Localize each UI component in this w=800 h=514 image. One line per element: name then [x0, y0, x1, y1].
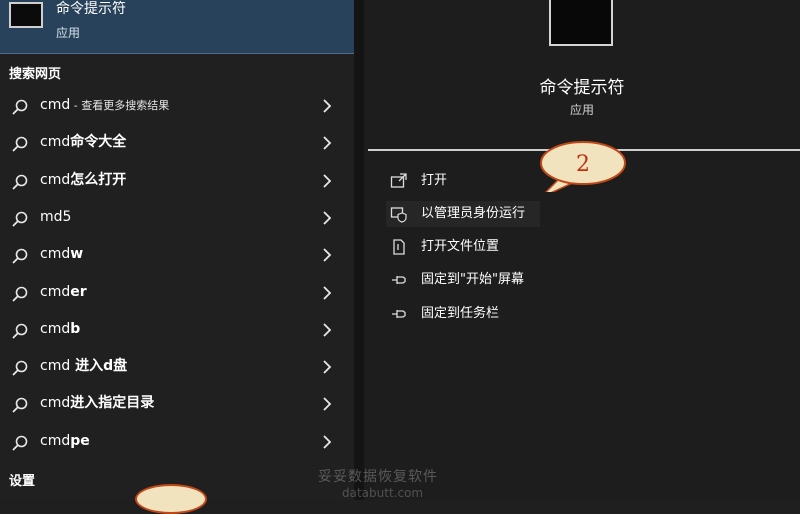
- action-open-file-location-label: 打开文件位置: [421, 239, 500, 254]
- command-prompt-app-icon: [9, 2, 43, 28]
- search-icon: [12, 248, 28, 264]
- search-icon: [12, 174, 28, 190]
- pin-icon: [392, 276, 406, 284]
- search-icon: [12, 286, 28, 302]
- app-detail-pane: 命令提示符 应用 打开 以管理员身份运行 打开文件位置 固定到"开始"屏幕 固定…: [364, 0, 800, 500]
- step-callout-number: 2: [576, 152, 590, 177]
- chevron-right-icon[interactable]: [320, 98, 334, 114]
- chevron-right-icon[interactable]: [320, 396, 334, 412]
- detail-app-subtitle: 应用: [569, 103, 594, 117]
- action-open-file-location[interactable]: 打开文件位置: [390, 234, 690, 260]
- query-prefix: cmd: [40, 432, 71, 449]
- watermark-url: databutt.com: [342, 486, 424, 500]
- query-suffix: er: [70, 283, 87, 300]
- query-suffix: - 查看更多搜索结果: [70, 99, 170, 112]
- query-suffix: 命令大全: [70, 134, 127, 151]
- query-prefix: cmd: [40, 320, 71, 337]
- web-search-result[interactable]: cmdpe: [0, 423, 354, 460]
- admin-shield-icon: [390, 207, 407, 223]
- chevron-right-icon[interactable]: [320, 135, 334, 151]
- action-pin-to-start[interactable]: 固定到"开始"屏幕: [390, 267, 690, 293]
- search-icon: [12, 136, 28, 152]
- chevron-right-icon[interactable]: [320, 285, 334, 301]
- query-prefix: cmd: [40, 246, 71, 263]
- web-search-result-label: cmd - 查看更多搜索结果: [40, 96, 169, 115]
- chevron-right-icon[interactable]: [320, 173, 334, 189]
- search-icon: [12, 211, 28, 227]
- web-search-result[interactable]: cmd命令大全: [0, 124, 354, 161]
- web-search-result-label: md5: [40, 208, 71, 226]
- query-suffix: 进入d盘: [70, 358, 128, 375]
- web-search-result[interactable]: cmd 进入d盘: [0, 348, 354, 385]
- watermark-text: 妥妥数据恢复软件: [318, 469, 438, 485]
- web-search-result[interactable]: md5: [0, 199, 354, 236]
- web-search-result-label: cmd命令大全: [40, 133, 126, 151]
- chevron-right-icon[interactable]: [320, 434, 334, 450]
- section-web-header: 搜索网页: [9, 67, 62, 82]
- chevron-right-icon[interactable]: [320, 210, 334, 226]
- query-suffix: b: [70, 320, 81, 337]
- query-suffix: w: [70, 246, 84, 263]
- action-run-as-admin[interactable]: 以管理员身份运行: [386, 201, 540, 227]
- web-search-result-label: cmd怎么打开: [40, 171, 126, 189]
- web-search-result-label: cmdb: [40, 320, 80, 338]
- web-search-result-label: cmdw: [40, 245, 83, 263]
- web-search-result-label: cmd进入指定目录: [40, 394, 154, 412]
- query-prefix: md5: [40, 208, 72, 225]
- web-search-result[interactable]: cmdb: [0, 311, 354, 348]
- query-prefix: cmd: [40, 171, 71, 188]
- query-prefix: cmd: [40, 358, 71, 375]
- web-search-result[interactable]: cmd怎么打开: [0, 162, 354, 199]
- query-prefix: cmd: [40, 283, 71, 300]
- web-search-result[interactable]: cmdw: [0, 236, 354, 273]
- search-icon: [12, 99, 28, 115]
- chevron-right-icon[interactable]: [320, 247, 334, 263]
- action-run-as-admin-label: 以管理员身份运行: [421, 206, 526, 221]
- web-search-result-label: cmder: [40, 283, 87, 301]
- web-search-result-label: cmdpe: [40, 432, 90, 450]
- search-icon: [12, 435, 28, 451]
- best-match-subtitle: 应用: [56, 26, 81, 40]
- web-search-result-label: cmd 进入d盘: [40, 357, 127, 375]
- partial-callout-bubble: [135, 484, 207, 514]
- section-settings-header: 设置: [9, 474, 36, 489]
- action-pin-to-taskbar[interactable]: 固定到任务栏: [390, 301, 690, 327]
- best-match-result[interactable]: 命令提示符 应用: [0, 0, 354, 54]
- search-icon: [12, 360, 28, 376]
- query-suffix: 进入指定目录: [70, 395, 155, 412]
- query-suffix: 怎么打开: [70, 171, 127, 188]
- file-location-icon: [393, 239, 405, 255]
- chevron-right-icon[interactable]: [320, 322, 334, 338]
- web-search-result[interactable]: cmder: [0, 274, 354, 311]
- web-search-result[interactable]: cmd进入指定目录: [0, 385, 354, 422]
- search-icon: [12, 398, 28, 414]
- web-search-result[interactable]: cmd - 查看更多搜索结果: [0, 87, 354, 124]
- pin-icon: [392, 310, 406, 318]
- query-prefix: cmd: [40, 134, 71, 151]
- detail-app-title: 命令提示符: [539, 78, 625, 98]
- query-prefix: cmd: [40, 395, 71, 412]
- query-suffix: pe: [70, 432, 90, 449]
- step-callout-bubble: 2: [540, 141, 626, 192]
- chevron-right-icon[interactable]: [320, 359, 334, 375]
- pane-divider: [354, 0, 364, 500]
- open-icon: [390, 173, 407, 188]
- action-pin-to-taskbar-label: 固定到任务栏: [421, 306, 500, 321]
- search-icon: [12, 323, 28, 339]
- command-prompt-large-icon: [549, 0, 613, 46]
- action-pin-to-start-label: 固定到"开始"屏幕: [421, 272, 524, 287]
- search-results-pane: 命令提示符 应用 搜索网页 cmd - 查看更多搜索结果 cmd命令大全 cmd怎么…: [0, 0, 354, 500]
- query-prefix: cmd: [40, 97, 71, 113]
- action-open-label: 打开: [421, 173, 448, 188]
- best-match-title: 命令提示符: [56, 1, 126, 17]
